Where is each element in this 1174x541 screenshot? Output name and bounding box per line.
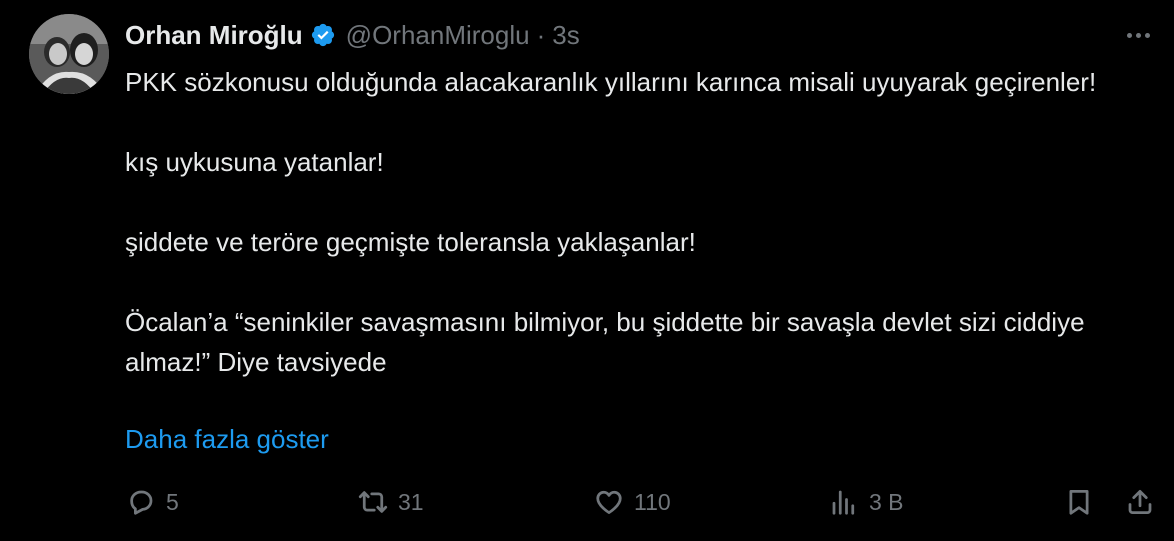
reply-icon xyxy=(130,490,153,515)
author-name[interactable]: Orhan Miroğlu xyxy=(125,20,303,51)
reply-button[interactable]: 5 xyxy=(126,480,179,524)
heart-icon xyxy=(596,490,622,514)
views-chart-icon xyxy=(832,490,855,515)
more-dot xyxy=(1126,32,1132,38)
reply-count: 5 xyxy=(166,488,179,515)
action-bar: 5 31 110 3 B xyxy=(0,480,1174,524)
like-count: 110 xyxy=(634,488,671,515)
tweet-line: kış uykusuna yatanlar! xyxy=(125,147,384,177)
author-handle[interactable]: @OrhanMiroglu xyxy=(346,20,530,51)
like-button[interactable]: 110 xyxy=(594,480,671,524)
retweet-count: 31 xyxy=(398,488,424,515)
views-count: 3 B xyxy=(869,488,904,515)
bookmark-button[interactable] xyxy=(1064,480,1094,524)
show-more-link[interactable]: Daha fazla göster xyxy=(125,419,329,459)
share-icon xyxy=(1128,490,1152,514)
verified-badge-icon[interactable] xyxy=(310,22,336,48)
tweet-text: PKK sözkonusu olduğunda alacakaranlık yı… xyxy=(125,62,1135,382)
tweet-line: Öcalan’a “seninkiler savaşmasını bilmiyo… xyxy=(125,307,1085,377)
more-dot xyxy=(1144,32,1150,38)
bookmark-icon xyxy=(1069,490,1089,515)
views-button[interactable]: 3 B xyxy=(829,480,904,524)
separator-dot: · xyxy=(536,19,546,50)
tweet-card[interactable]: Orhan Miroğlu @OrhanMiroglu · 3s PKK söz… xyxy=(0,0,1174,541)
share-button[interactable] xyxy=(1125,480,1155,524)
retweet-icon xyxy=(358,491,388,513)
tweet-line: PKK sözkonusu olduğunda alacakaranlık yı… xyxy=(125,67,1097,97)
retweet-button[interactable]: 31 xyxy=(358,480,424,524)
timestamp[interactable]: 3s xyxy=(552,20,579,51)
tweet-header: Orhan Miroğlu @OrhanMiroglu · 3s xyxy=(125,14,580,56)
avatar[interactable] xyxy=(29,14,109,94)
avatar-photo xyxy=(29,14,109,94)
more-dot xyxy=(1135,32,1141,38)
more-dots-icon[interactable] xyxy=(1120,20,1156,50)
tweet-line: şiddete ve teröre geçmişte toleransla ya… xyxy=(125,227,696,257)
